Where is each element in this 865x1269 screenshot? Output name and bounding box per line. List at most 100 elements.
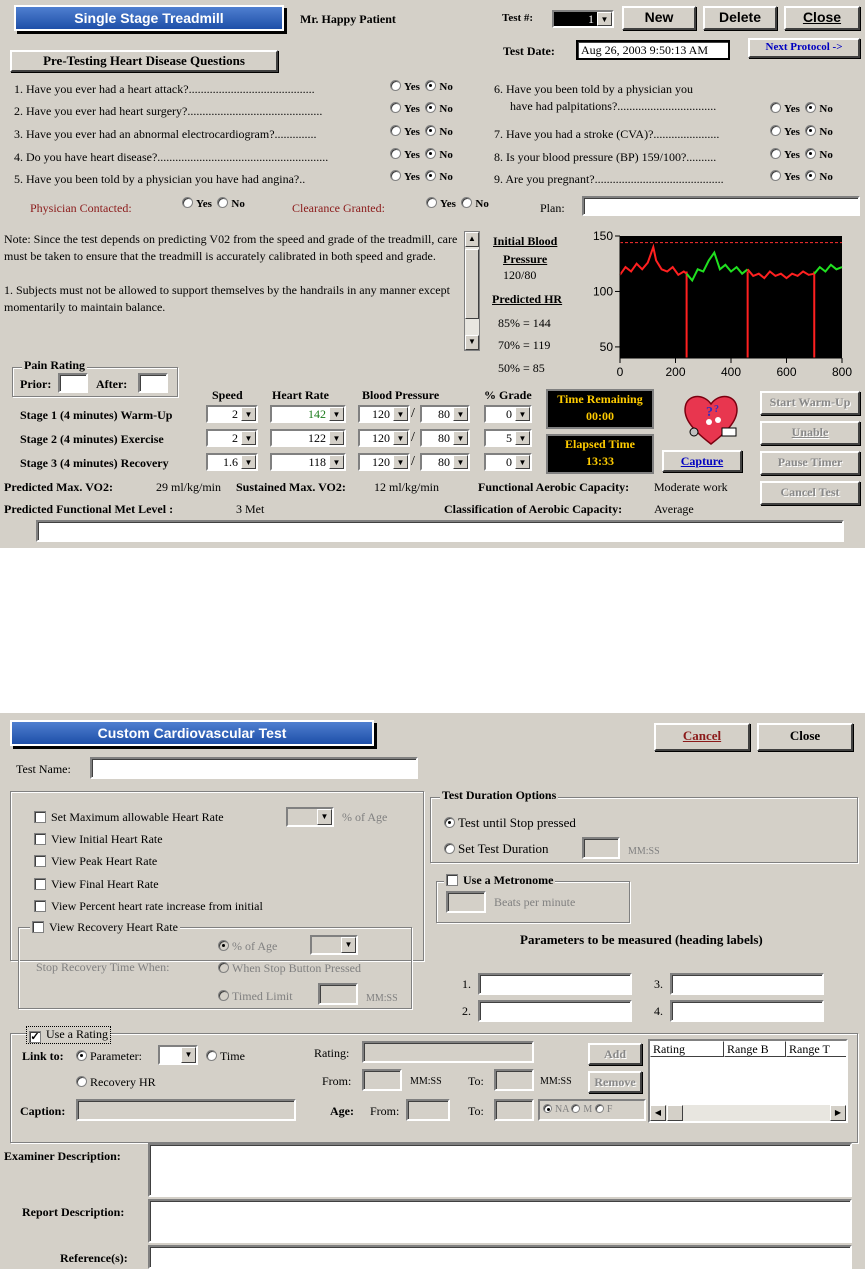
unable-button[interactable]: Unable: [760, 421, 860, 445]
diastolic-select[interactable]: 80 ▼: [420, 453, 470, 471]
time-option[interactable]: Time: [206, 1049, 245, 1064]
heart-rate-select[interactable]: 142 ▼: [270, 405, 346, 423]
radio-yes[interactable]: [390, 170, 401, 181]
checkbox[interactable]: [34, 855, 46, 867]
radio-yes[interactable]: [390, 125, 401, 136]
use-metronome-option[interactable]: Use a Metronome: [444, 873, 556, 888]
test-date-field[interactable]: Aug 26, 2003 9:50:13 AM: [576, 40, 730, 60]
radio-yes[interactable]: [770, 102, 781, 113]
timed-limit-field[interactable]: [318, 983, 358, 1005]
diastolic-select[interactable]: 80 ▼: [420, 405, 470, 423]
radio[interactable]: [206, 1050, 217, 1061]
scroll-up-icon[interactable]: ▲: [465, 232, 479, 247]
table-hscrollbar[interactable]: ◀ ▶: [650, 1105, 846, 1121]
scroll-thumb[interactable]: [465, 249, 479, 319]
radio[interactable]: [76, 1050, 87, 1061]
q2-radios[interactable]: Yes No: [390, 102, 453, 115]
radio-no[interactable]: [425, 102, 437, 113]
cancel-button[interactable]: Cancel: [654, 723, 750, 751]
grade-select[interactable]: 5 ▼: [484, 429, 532, 447]
set-max-hr-option[interactable]: Set Maximum allowable Heart Rate: [34, 810, 224, 825]
checkbox[interactable]: [34, 900, 46, 912]
diastolic-select[interactable]: 80 ▼: [420, 429, 470, 447]
radio-no[interactable]: [805, 148, 817, 159]
scroll-right-icon[interactable]: ▶: [830, 1105, 846, 1121]
radio-no[interactable]: [425, 170, 437, 181]
q1-radios[interactable]: Yes No: [390, 80, 453, 93]
grade-select[interactable]: 0 ▼: [484, 405, 532, 423]
cancel-test-button[interactable]: Cancel Test: [760, 481, 860, 505]
test-name-field[interactable]: [90, 757, 418, 779]
checkbox[interactable]: [32, 921, 44, 933]
radio-yes[interactable]: [182, 197, 193, 208]
radio-m[interactable]: [571, 1104, 581, 1113]
heart-rate-select[interactable]: 122 ▼: [270, 429, 346, 447]
radio-yes[interactable]: [426, 197, 437, 208]
q5-radios[interactable]: Yes No: [390, 170, 453, 183]
status-field[interactable]: [36, 520, 844, 542]
opt-stop-button[interactable]: When Stop Button Pressed: [218, 961, 361, 976]
scroll-thumb[interactable]: [667, 1105, 683, 1121]
capture-button[interactable]: Capture: [662, 450, 742, 472]
caption-field[interactable]: [76, 1099, 296, 1121]
checkbox[interactable]: [34, 833, 46, 845]
radio-no[interactable]: [217, 197, 229, 208]
radio-no[interactable]: [805, 125, 817, 136]
prior-field[interactable]: [58, 373, 88, 393]
radio-no[interactable]: [805, 170, 817, 181]
view-final-option[interactable]: View Final Heart Rate: [34, 877, 159, 892]
next-protocol-button[interactable]: Next Protocol ->: [748, 38, 860, 58]
new-button[interactable]: New: [622, 6, 696, 30]
col-range-t[interactable]: Range T: [786, 1041, 846, 1057]
use-rating-option[interactable]: ✓ Use a Rating: [26, 1026, 111, 1044]
q6-radios[interactable]: Yes No: [770, 102, 833, 115]
recovery-pct-select[interactable]: ▼: [310, 935, 358, 955]
close-button[interactable]: Close: [784, 6, 860, 30]
radio-no[interactable]: [425, 80, 437, 91]
set-duration-option[interactable]: Set Test Duration: [444, 841, 549, 857]
physician-contacted-radios[interactable]: Yes No: [182, 197, 245, 210]
radio-no[interactable]: [461, 197, 473, 208]
view-pct-inc-option[interactable]: View Percent heart rate increase from in…: [34, 899, 263, 914]
close-button[interactable]: Close: [757, 723, 853, 751]
add-button[interactable]: Add: [588, 1043, 642, 1065]
checkbox[interactable]: [34, 811, 46, 823]
start-warmup-button[interactable]: Start Warm-Up: [760, 391, 860, 415]
param-2-field[interactable]: [478, 1000, 632, 1022]
pause-timer-button[interactable]: Pause Timer: [760, 451, 860, 475]
parameter-select[interactable]: ▼: [158, 1045, 198, 1065]
radio-no[interactable]: [425, 125, 437, 136]
q4-radios[interactable]: Yes No: [390, 148, 453, 161]
opt-timed-limit[interactable]: Timed Limit: [218, 989, 293, 1004]
parameter-option[interactable]: Parameter:: [76, 1049, 142, 1064]
radio[interactable]: [218, 940, 229, 951]
checkbox[interactable]: [34, 878, 46, 890]
radio-yes[interactable]: [390, 80, 401, 91]
radio[interactable]: [444, 817, 455, 828]
radio[interactable]: [444, 843, 455, 854]
grade-select[interactable]: 0 ▼: [484, 453, 532, 471]
checkbox[interactable]: ✓: [29, 1031, 41, 1043]
opt-pct-age[interactable]: % of Age: [218, 939, 277, 954]
radio-no[interactable]: [425, 148, 437, 159]
radio-yes[interactable]: [390, 102, 401, 113]
scroll-down-icon[interactable]: ▼: [465, 335, 479, 350]
q7-radios[interactable]: Yes No: [770, 125, 833, 138]
references-field[interactable]: [148, 1245, 852, 1269]
param-1-field[interactable]: [478, 973, 632, 995]
rating-field[interactable]: [362, 1041, 534, 1063]
view-recovery-option[interactable]: View Recovery Heart Rate: [30, 920, 180, 935]
speed-select[interactable]: 2 ▼: [206, 405, 258, 423]
speed-select[interactable]: 2 ▼: [206, 429, 258, 447]
examiner-field[interactable]: [148, 1143, 852, 1197]
view-peak-option[interactable]: View Peak Heart Rate: [34, 854, 157, 869]
param-3-field[interactable]: [670, 973, 824, 995]
view-initial-option[interactable]: View Initial Heart Rate: [34, 832, 163, 847]
radio-yes[interactable]: [770, 125, 781, 136]
from-field[interactable]: [362, 1069, 402, 1091]
to-field[interactable]: [494, 1069, 534, 1091]
systolic-select[interactable]: 120 ▼: [358, 405, 410, 423]
clearance-granted-radios[interactable]: Yes No: [426, 197, 489, 210]
radio[interactable]: [76, 1076, 87, 1087]
recovery-hr-option[interactable]: Recovery HR: [76, 1075, 156, 1090]
